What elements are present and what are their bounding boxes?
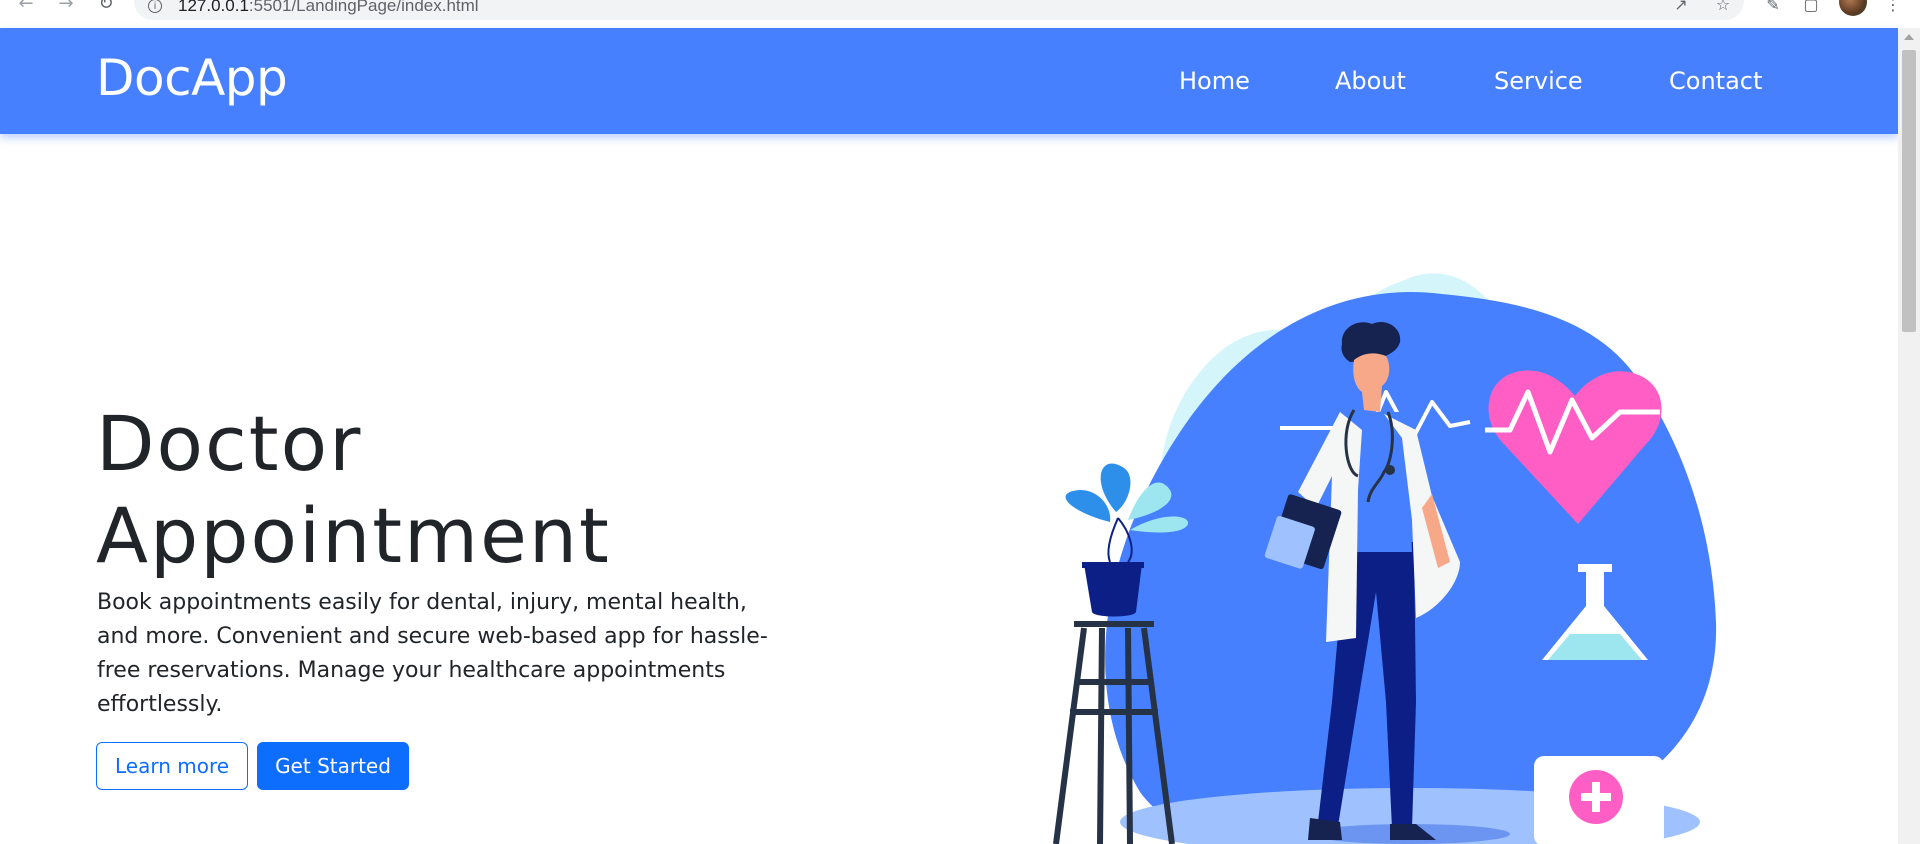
site-info-icon[interactable]: i	[148, 0, 162, 13]
doctor-illustration	[1053, 273, 1717, 844]
scroll-up-icon[interactable]	[1904, 34, 1914, 40]
page-scrollbar[interactable]	[1898, 28, 1920, 844]
scrollbar-thumb[interactable]	[1902, 50, 1916, 332]
get-started-button[interactable]: Get Started	[257, 742, 409, 790]
nav-link-contact[interactable]: Contact	[1669, 64, 1762, 98]
menu-kebab-icon[interactable]: ⋮	[1882, 0, 1904, 14]
profile-avatar[interactable]	[1839, 0, 1867, 16]
reload-icon[interactable]: ↻	[96, 0, 116, 14]
hero-description: Book appointments easily for dental, inj…	[97, 590, 768, 717]
forward-arrow-icon[interactable]: →	[56, 0, 76, 14]
url-text[interactable]: 127.0.0.1:5501/LandingPage/index.html	[178, 0, 479, 16]
hero-title: Doctor Appointment	[96, 398, 776, 582]
browser-toolbar: ← → ↻ i 127.0.0.1:5501/LandingPage/index…	[0, 0, 1920, 28]
address-bar[interactable]: i 127.0.0.1:5501/LandingPage/index.html	[134, 0, 1744, 20]
back-arrow-icon[interactable]: ←	[16, 0, 36, 14]
nav-link-about[interactable]: About	[1335, 64, 1406, 98]
share-icon[interactable]: ↗	[1670, 0, 1692, 14]
nav-link-home[interactable]: Home	[1179, 64, 1250, 98]
hero-title-line2: Appointment	[96, 491, 611, 580]
extensions-icon[interactable]: ✎	[1762, 0, 1784, 14]
hero-title-line1: Doctor	[96, 399, 363, 488]
nav-link-service[interactable]: Service	[1494, 64, 1583, 98]
main-navbar: DocApp Home About Service Contact	[0, 28, 1898, 134]
learn-more-button[interactable]: Learn more	[96, 742, 248, 790]
side-panel-icon[interactable]: ▢	[1800, 0, 1822, 14]
nav-links: Home About Service Contact	[0, 64, 1898, 98]
bookmark-star-icon[interactable]: ☆	[1712, 0, 1734, 14]
